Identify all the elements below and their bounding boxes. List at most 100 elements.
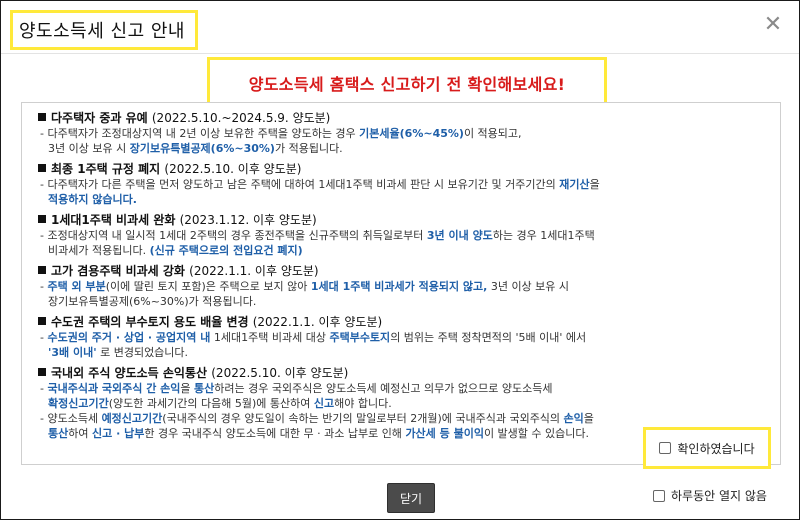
headline: 양도소득세 홈택스 신고하기 전 확인해보세요! [248, 75, 566, 94]
line-text: 비과세가 적용됩니다. [48, 244, 150, 257]
section-heading: 고가 겸용주택 비과세 강화 (2022.1.1. 이후 양도분) [38, 264, 780, 279]
section-line: 3년 이상 보유 시 장기보유특별공제(6%~30%)가 적용됩니다. [38, 141, 780, 156]
notice-section: 수도권 주택의 부수토지 용도 배율 변경 (2022.1.1. 이후 양도분)… [38, 315, 780, 360]
emphasis-text: 통산 [194, 382, 215, 395]
no-show-today[interactable]: 하루동안 열지 않음 [653, 487, 767, 504]
section-date: (2022.5.10.~2024.5.9. 양도분) [151, 111, 331, 125]
square-bullet-icon [38, 215, 46, 223]
line-text: 을 [180, 382, 195, 395]
emphasis-text: 손익 [563, 412, 584, 425]
emphasis-text: 수도권의 주거 · 상업 · 공업지역 내 [47, 331, 211, 344]
section-title: 1세대1주택 비과세 완화 [51, 213, 176, 227]
line-text: 3년 이상 보유 시 [487, 280, 570, 293]
section-heading: 최종 1주택 규정 폐지 (2022.5.10. 이후 양도분) [38, 162, 780, 177]
square-bullet-icon [38, 266, 46, 274]
dialog-title-box: 양도소득세 신고 안내 [10, 10, 198, 50]
notice-content: 다주택자 중과 유예 (2022.5.10.~2024.5.9. 양도분) - 다… [21, 102, 781, 465]
section-heading: 1세대1주택 비과세 완화 (2023.1.12. 이후 양도분) [38, 213, 780, 228]
dialog-title: 양도소득세 신고 안내 [19, 21, 185, 42]
section-date: (2022.5.10. 이후 양도분) [164, 162, 302, 176]
section-line: 장기보유특별공제(6%~30%)가 적용됩니다. [38, 294, 780, 309]
section-line: - 양도소득세 예정신고기간(국내주식의 경우 양도일이 속하는 반기의 말일로… [38, 411, 780, 426]
notice-section: 고가 겸용주택 비과세 강화 (2022.1.1. 이후 양도분) - 주택 외 … [38, 264, 780, 309]
line-text: 로 변경되었습니다. [96, 346, 189, 359]
emphasis-text: 주택부수토지 [329, 331, 391, 344]
line-text: 해야 합니다. [334, 397, 392, 410]
line-text: 하려는 경우 국외주식은 양도소득세 예정신고 의무가 없으므로 양도소득세 [214, 382, 553, 395]
line-text: 장기보유특별공제(6%~30%)가 적용됩니다. [48, 295, 257, 308]
close-icon[interactable]: ✕ [761, 13, 785, 37]
section-title: 수도권 주택의 부수토지 용도 배율 변경 [51, 315, 249, 329]
line-text: (이에 딸린 토지 포함)은 주택으로 보지 않아 [105, 280, 311, 293]
line-text: 3년 이상 보유 시 [48, 142, 130, 155]
line-text: 1세대1주택 비과세 대상 [210, 331, 330, 344]
section-line: - 수도권의 주거 · 상업 · 공업지역 내 1세대1주택 비과세 대상 주택… [38, 330, 780, 345]
line-text: 을 [583, 412, 594, 425]
section-line: '3배 이내' 로 변경되었습니다. [38, 345, 780, 360]
section-date: (2022.1.1. 이후 양도분) [252, 315, 383, 329]
emphasis-text: 장기보유특별공제(6%~30%) [129, 142, 275, 155]
title-divider [1, 53, 799, 54]
line-text: - 조정대상지역 내 일시적 1세대 2주택의 경우 종전주택을 신규주택의 취… [40, 229, 427, 242]
line-text: 의 범위는 주택 정착면적의 '5배 이내' 에서 [390, 331, 587, 344]
emphasis-text: 주택 외 부분 [47, 280, 106, 293]
line-text: - 양도소득세 [40, 412, 102, 425]
section-line: 적용하지 않습니다. [38, 192, 780, 207]
section-date: (2023.1.12. 이후 양도분) [179, 213, 317, 227]
section-line: - 다주택자가 조정대상지역 내 2년 이상 보유한 주택을 양도하는 경우 기… [38, 126, 780, 141]
emphasis-text: 가산세 등 불이익 [405, 427, 484, 440]
square-bullet-icon [38, 113, 46, 121]
confirm-label: 확인하였습니다 [677, 441, 755, 456]
section-line: - 국내주식과 국외주식 간 손익을 통산하려는 경우 국외주식은 양도소득세 … [38, 381, 780, 396]
emphasis-text: 확정신고기간 [48, 397, 109, 410]
emphasis-text: 통산 [48, 427, 69, 440]
emphasis-text: 기본세율(6%~45%) [359, 127, 464, 140]
square-bullet-icon [38, 368, 46, 376]
section-line: 비과세가 적용됩니다. (신규 주택으로의 전입요건 폐지) [38, 243, 780, 258]
line-text: - 다주택자가 다른 주택을 먼저 양도하고 남은 주택에 대하여 1세대1주택… [40, 178, 560, 191]
no-show-checkbox[interactable] [653, 489, 665, 502]
line-text: - 다주택자가 조정대상지역 내 2년 이상 보유한 주택을 양도하는 경우 [40, 127, 360, 140]
emphasis-text: '3배 이내' [48, 346, 97, 359]
dialog: 양도소득세 신고 안내 ✕ 양도소득세 홈택스 신고하기 전 확인해보세요! 다… [0, 0, 800, 520]
notice-section: 최종 1주택 규정 폐지 (2022.5.10. 이후 양도분) - 다주택자가 … [38, 162, 780, 207]
section-line: - 다주택자가 다른 주택을 먼저 양도하고 남은 주택에 대하여 1세대1주택… [38, 177, 780, 192]
section-line: - 주택 외 부분(이에 딸린 토지 포함)은 주택으로 보지 않아 1세대 1… [38, 279, 780, 294]
notice-section: 1세대1주택 비과세 완화 (2023.1.12. 이후 양도분) - 조정대상지… [38, 213, 780, 258]
emphasis-text: (신규 주택으로의 전입요건 폐지) [149, 244, 303, 257]
emphasis-text: 재기산 [559, 178, 590, 191]
section-line: - 조정대상지역 내 일시적 1세대 2주택의 경우 종전주택을 신규주택의 취… [38, 228, 780, 243]
emphasis-text: 국내주식과 국외주식 간 손익 [47, 382, 181, 395]
section-title: 최종 1주택 규정 폐지 [51, 162, 161, 176]
section-title: 다주택자 중과 유예 [51, 111, 148, 125]
line-text: 하여 [68, 427, 92, 440]
section-title: 고가 겸용주택 비과세 강화 [51, 264, 185, 278]
section-line: 확정신고기간(양도한 과세기간의 다음해 5월)에 통산하여 신고해야 합니다. [38, 396, 780, 411]
line-text: (양도한 과세기간의 다음해 5월)에 통산하여 [108, 397, 314, 410]
emphasis-text: 적용하지 않습니다. [48, 193, 137, 206]
line-text: (국내주식의 경우 양도일이 속하는 반기의 말일로부터 2개월)에 국내주식과… [162, 412, 564, 425]
emphasis-text: 신고 · 납부 [92, 427, 145, 440]
line-text: 하는 경우 1세대1주택 [492, 229, 595, 242]
line-text: 한 경우 국내주식 양도소득에 대한 무 · 과소 납부로 인해 [144, 427, 406, 440]
section-heading: 수도권 주택의 부수토지 용도 배율 변경 (2022.1.1. 이후 양도분) [38, 315, 780, 330]
section-date: (2022.1.1. 이후 양도분) [189, 264, 319, 278]
emphasis-text: 3년 이내 양도 [426, 229, 493, 242]
confirm-checkbox-box[interactable]: 확인하였습니다 [643, 427, 771, 469]
section-heading: 다주택자 중과 유예 (2022.5.10.~2024.5.9. 양도분) [38, 111, 780, 126]
section-date: (2022.5.10. 이후 양도분) [211, 366, 349, 380]
line-text: 이 발생할 수 있습니다. [483, 427, 590, 440]
confirm-checkbox[interactable] [659, 442, 672, 454]
section-title: 국내외 주식 양도소득 손익통산 [51, 366, 208, 380]
notice-section: 다주택자 중과 유예 (2022.5.10.~2024.5.9. 양도분) - 다… [38, 111, 780, 156]
close-button[interactable]: 닫기 [387, 483, 435, 513]
line-text: 을 [589, 178, 600, 191]
square-bullet-icon [38, 317, 46, 325]
line-text: 가 적용됩니다. [274, 142, 343, 155]
emphasis-text: 1세대 1주택 비과세가 적용되지 않고, [310, 280, 488, 293]
section-heading: 국내외 주식 양도소득 손익통산 (2022.5.10. 이후 양도분) [38, 366, 780, 381]
emphasis-text: 신고 [313, 397, 335, 410]
no-show-label: 하루동안 열지 않음 [671, 489, 767, 503]
emphasis-text: 예정신고기간 [101, 412, 163, 425]
line-text: 이 적용되고, [463, 127, 522, 140]
